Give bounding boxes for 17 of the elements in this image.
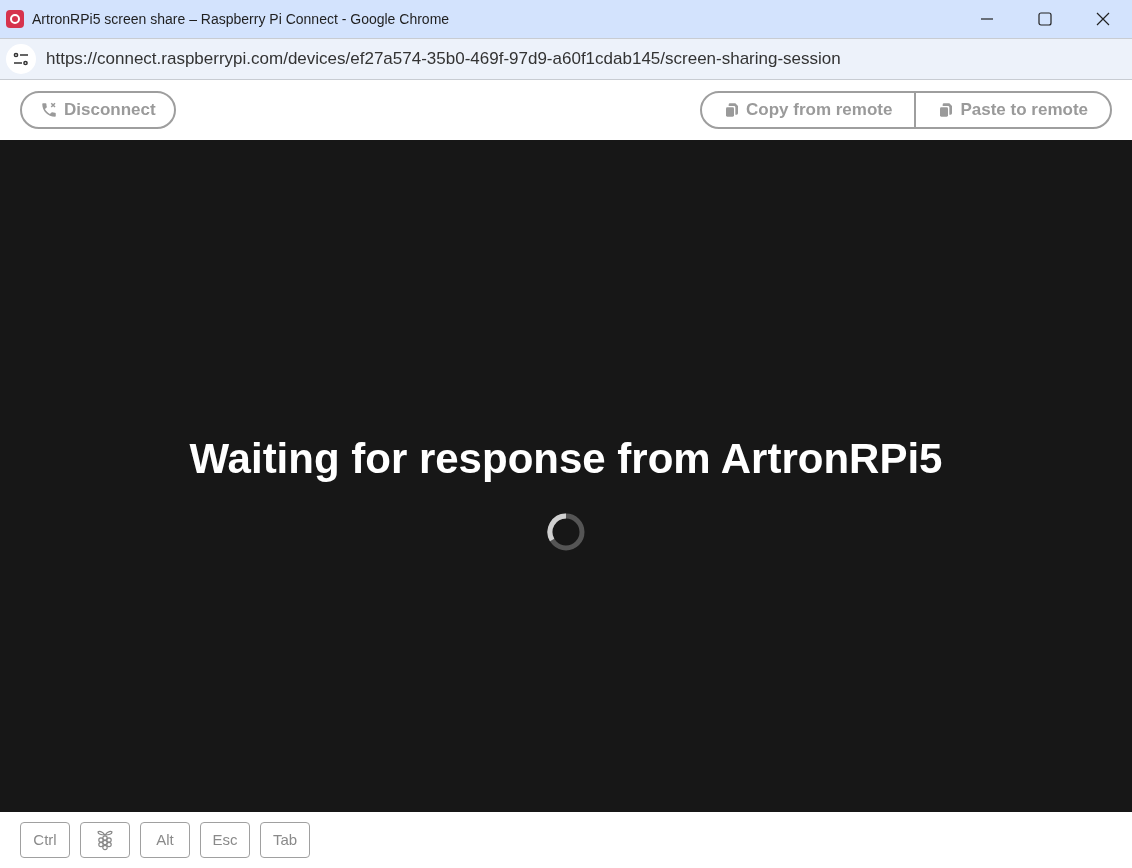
raspberry-icon [95,829,115,851]
key-button[interactable]: Esc [200,822,250,858]
key-button[interactable]: Tab [260,822,310,858]
close-icon [1096,12,1110,26]
waiting-message: Waiting for response from ArtronRPi5 [189,433,943,484]
clipboard-icon [938,102,955,118]
maximize-icon [1038,12,1052,26]
key-button[interactable]: Alt [140,822,190,858]
clipboard-icon [724,102,741,118]
window-title: ArtronRPi5 screen share – Raspberry Pi Connect - Google Chrome [32,9,450,29]
sliders-icon [12,50,30,68]
key-button[interactable]: Ctrl [20,822,70,858]
raspberry-key-button[interactable] [80,822,130,858]
app-logo-icon [6,10,24,28]
url-text[interactable]: https://connect.raspberrypi.com/devices/ef27a574-35b0-469f-97d9-a60f1cdab145/screen-sharing-session [46,46,841,72]
phone-x-icon [40,101,58,119]
site-settings-button[interactable] [6,44,36,74]
